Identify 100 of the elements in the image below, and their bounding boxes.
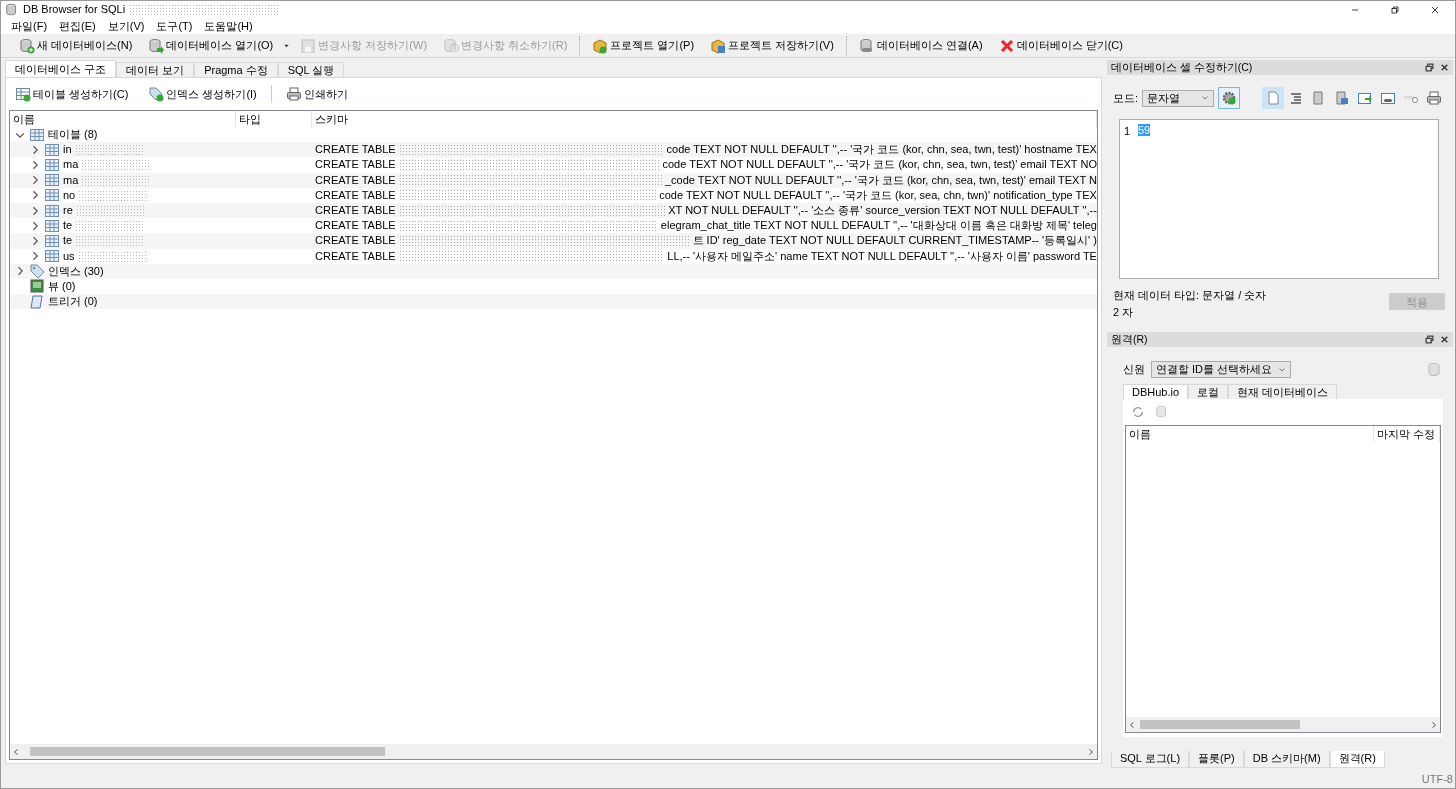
column-header[interactable]: 스키마	[312, 111, 1097, 127]
document-icon	[1265, 90, 1281, 106]
schema-text: code TEXT NOT NULL DEFAULT '',-- '국가 코드 (kor, chn, sea, twn, test)' email TEXT NO	[662, 157, 1097, 173]
tree-item-label[interactable]: ma	[63, 172, 79, 188]
column-header[interactable]: 타입	[236, 111, 312, 127]
window-link-icon	[1380, 90, 1396, 106]
tree-item-label[interactable]: ma	[63, 157, 79, 173]
menu-item[interactable]: 도구(T)	[150, 18, 199, 34]
scroll-icon	[29, 293, 45, 310]
scrollbar-thumb[interactable]	[1139, 720, 1300, 729]
scroll-right-icon[interactable]	[1086, 747, 1095, 756]
auto-switch-button[interactable]	[1218, 87, 1240, 109]
schema-text: elegram_chat_title TEXT NOT NULL DEFAULT '',-- '대화상대 이름 혹은 대화방 제목' teleg	[660, 218, 1097, 234]
float-icon[interactable]	[1425, 335, 1434, 344]
tree-item-label[interactable]: us	[63, 248, 75, 264]
tree-item-label[interactable]: 테이블 (8)	[48, 127, 98, 143]
database-save-icon	[300, 37, 317, 54]
table-icon	[44, 248, 60, 265]
table-icon	[44, 141, 60, 158]
tab[interactable]: 현재 데이터베이스	[1228, 384, 1338, 399]
schema-text: _code TEXT NOT NULL DEFAULT '',-- '국가 코드 (kor, chn, sea, twn, test)' email TEXT N	[664, 172, 1097, 188]
tab[interactable]: Pragma 수정	[194, 62, 278, 77]
schema-text: 트 ID' reg_date TEXT NOT NULL DEFAULT CURRENT_TIMESTAMP-- '등록일시' )	[692, 233, 1097, 249]
scroll-right-icon[interactable]	[1430, 720, 1438, 729]
scroll-left-icon[interactable]	[12, 747, 20, 756]
tab[interactable]: 데이터 보기	[116, 62, 195, 77]
toolbar-button[interactable]: 데이터베이스 연결(A)	[852, 36, 989, 55]
toolbar-button[interactable]: 인덱스 생성하기(I)	[142, 84, 263, 104]
schema-text: code TEXT NOT NULL DEFAULT '',-- '국가 코드 (kor, sea, chn, twn)' notification_type TEX	[659, 187, 1097, 203]
tree-item-label[interactable]: 뷰 (0)	[48, 278, 76, 294]
size-info: 2 자	[1112, 304, 1135, 320]
scroll-left-icon[interactable]	[1127, 720, 1136, 729]
printer-icon	[285, 86, 302, 102]
column-header[interactable]: 이름	[1125, 426, 1374, 442]
tab[interactable]: 플롯(P)	[1189, 751, 1244, 768]
schema-text: CREATE TABLE	[315, 218, 396, 234]
menu-item[interactable]: 도움말(H)	[198, 18, 259, 34]
mode-select[interactable]: 문자열	[1142, 89, 1214, 107]
dock-title: 원격(R)	[1110, 331, 1148, 347]
tree-item-label[interactable]: te	[63, 218, 73, 234]
float-icon[interactable]	[1425, 63, 1434, 72]
database-revert-icon	[443, 37, 460, 54]
toolbar-button[interactable]: 데이터베이스 열기(O)	[142, 36, 280, 55]
tab[interactable]: SQL 실행	[277, 62, 345, 77]
menu-item[interactable]: 편집(E)	[53, 18, 102, 34]
database-icon	[5, 2, 19, 17]
table-icon	[44, 172, 60, 189]
schema-text: CREATE TABLE	[315, 203, 396, 219]
table-icon	[44, 187, 60, 204]
tree-item-label[interactable]: te	[63, 233, 73, 249]
table-icon	[29, 126, 45, 143]
tree-item-label[interactable]: re	[63, 203, 73, 219]
text-editor[interactable]: 1 59	[1118, 119, 1439, 279]
column-header[interactable]: 이름	[10, 111, 236, 127]
gear-icon	[1221, 90, 1237, 106]
view-icon	[29, 278, 45, 295]
tree-item-label[interactable]: in	[63, 142, 72, 158]
tab[interactable]: 로컬	[1188, 384, 1228, 399]
tab[interactable]: 원격(R)	[1329, 751, 1385, 768]
close-icon[interactable]	[1440, 335, 1449, 344]
scrollbar-thumb[interactable]	[30, 747, 385, 756]
table-icon	[44, 202, 60, 219]
restore-icon[interactable]	[1389, 3, 1401, 16]
toolbar-button[interactable]: 인쇄하기	[279, 84, 354, 104]
table-icon	[44, 217, 60, 234]
menu-item[interactable]: 파일(F)	[5, 18, 54, 34]
database-plus-icon	[19, 37, 35, 54]
schema-text: CREATE TABLE	[315, 233, 396, 249]
tree-item-label[interactable]: 트리거 (0)	[48, 294, 98, 310]
tab[interactable]: DB 스키마(M)	[1243, 751, 1330, 768]
table-icon	[44, 232, 60, 249]
schema-text: XT NOT NULL DEFAULT '',-- '소스 종류' source_version TEXT NOT NULL DEFAULT '',--	[668, 203, 1097, 219]
dock-title: 데이터베이스 셀 수정하기(C)	[1110, 59, 1253, 75]
table-icon	[44, 156, 60, 173]
tag-icon	[29, 263, 45, 280]
identity-select[interactable]: 연결할 ID를 선택하세요	[1150, 361, 1292, 378]
schema-text: code TEXT NOT NULL DEFAULT '',-- '국가 코드 (kor, chn, sea, twn, test)' hostname TEX	[666, 142, 1097, 158]
tree-item-label[interactable]: no	[63, 187, 76, 203]
caret-icon	[1201, 94, 1209, 102]
identity-label: 신원	[1122, 362, 1145, 378]
box-save-icon	[710, 37, 727, 54]
toolbar-button[interactable]: 데이터베이스 닫기(C)	[992, 36, 1129, 55]
toolbar-button[interactable]: 새 데이터베이스(N)	[13, 36, 139, 55]
close-icon	[998, 37, 1015, 54]
schema-text: CREATE TABLE	[315, 187, 396, 203]
close-icon[interactable]	[1440, 63, 1449, 72]
tab[interactable]: DBHub.io	[1122, 384, 1188, 399]
toolbar-button[interactable]: 프로젝트 저장하기(V)	[704, 36, 840, 55]
refresh-icon[interactable]	[1130, 405, 1145, 419]
column-header[interactable]: 마지막 수정	[1374, 426, 1440, 442]
toolbar-button[interactable]: 테이블 생성하기(C)	[9, 84, 135, 104]
tab[interactable]: 데이터베이스 구조	[5, 60, 117, 77]
tab[interactable]: SQL 로그(L)	[1110, 751, 1190, 768]
indent-icon	[1288, 90, 1304, 106]
caret-icon[interactable]	[283, 42, 291, 49]
schema-text: CREATE TABLE	[315, 142, 396, 158]
tree-item-label[interactable]: 인덱스 (30)	[48, 263, 104, 279]
toolbar-button[interactable]: 프로젝트 열기(P)	[586, 36, 701, 55]
menu-item[interactable]: 보기(V)	[101, 18, 151, 34]
type-info: 현재 데이터 타입: 문자열 / 숫자	[1112, 288, 1267, 303]
